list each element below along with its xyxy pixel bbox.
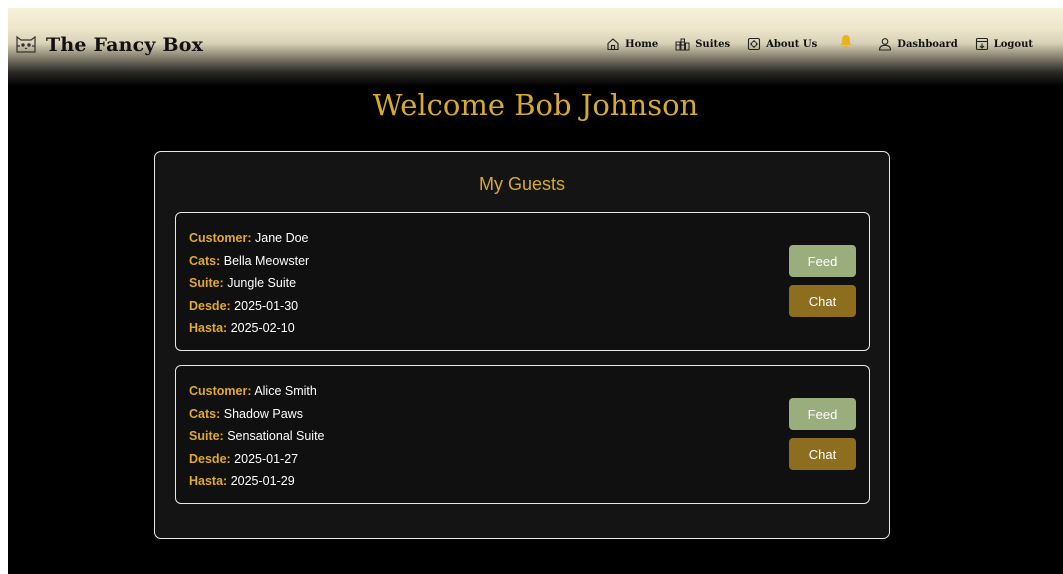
customer-label: Customer: [189,384,252,398]
suite-label: Suite: [189,276,224,291]
suites-icon [675,37,690,51]
nav-about-label: About Us [766,38,818,50]
nav-suites-link[interactable]: Suites [675,37,730,51]
page-title: Welcome Bob Johnson [372,88,699,122]
customer-value: Jane Doe [255,231,309,245]
cats-label: Cats: [189,406,221,421]
logout-icon [975,37,989,51]
feed-button[interactable]: Feed [789,245,856,277]
guests-title: My Guests [478,174,566,194]
hasta-label: Hasta: [189,321,228,336]
suite-row: Suite: Jungle Suite [189,272,309,295]
user-icon [878,37,892,51]
customer-row: Customer: Alice Smith [189,380,325,403]
hasta-value: 2025-01-29 [230,474,295,489]
nav-links: Home Suites About Us Dashboard Logout [589,34,1033,54]
suite-label: Suite: [189,429,224,444]
desde-label: Desde: [189,298,231,313]
desde-label: Desde: [189,451,231,466]
cats-label: Cats: [189,253,221,268]
guest-info: Customer: Jane Doe Cats: Bella Meowster … [189,227,309,340]
chat-button[interactable]: Chat [789,438,856,470]
cat-icon [14,31,38,60]
bell-icon[interactable] [839,34,853,54]
app-frame: The Fancy Box Home Suites About Us Dashb… [8,8,1063,574]
nav-logout-link[interactable]: Logout [975,37,1033,51]
nav-suites-label: Suites [695,38,731,50]
hasta-label: Hasta: [189,474,228,489]
desde-row: Desde: 2025-01-30 [189,295,309,318]
customer-value: Alice Smith [254,384,317,398]
feed-button[interactable]: Feed [789,398,856,430]
nav-logout-label: Logout [993,38,1033,50]
customer-row: Customer: Jane Doe [189,227,309,250]
hasta-row: Hasta: 2025-02-10 [189,317,309,340]
nav-about-link[interactable]: About Us [747,37,817,51]
desde-row: Desde: 2025-01-27 [189,448,325,471]
desde-value: 2025-01-27 [234,451,299,466]
cats-row: Cats: Shadow Paws [189,403,325,426]
guests-panel: My Guests Customer: Jane Doe Cats: Bella… [154,151,890,539]
guest-card: Customer: Jane Doe Cats: Bella Meowster … [175,212,870,351]
guest-info: Customer: Alice Smith Cats: Shadow Paws … [189,380,325,493]
brand-title: The Fancy Box [46,34,204,56]
cats-row: Cats: Bella Meowster [189,250,309,273]
navbar: The Fancy Box Home Suites About Us Dashb… [8,8,1063,86]
cats-value: Shadow Paws [223,406,303,421]
brand[interactable]: The Fancy Box [14,30,203,60]
about-icon [747,37,761,51]
nav-dashboard-link[interactable]: Dashboard [878,37,958,51]
guest-card: Customer: Alice Smith Cats: Shadow Paws … [175,365,870,504]
suite-row: Suite: Sensational Suite [189,425,325,448]
chat-button[interactable]: Chat [789,285,856,317]
hasta-row: Hasta: 2025-01-29 [189,470,325,493]
home-icon [606,37,620,51]
customer-label: Customer: [189,231,252,245]
suite-value: Jungle Suite [227,276,297,291]
nav-dashboard-label: Dashboard [897,38,958,50]
cats-value: Bella Meowster [223,253,310,268]
suite-value: Sensational Suite [227,429,325,444]
nav-home-label: Home [625,38,659,50]
hasta-value: 2025-02-10 [230,321,295,336]
desde-value: 2025-01-30 [234,298,299,313]
nav-home-link[interactable]: Home [606,37,658,51]
